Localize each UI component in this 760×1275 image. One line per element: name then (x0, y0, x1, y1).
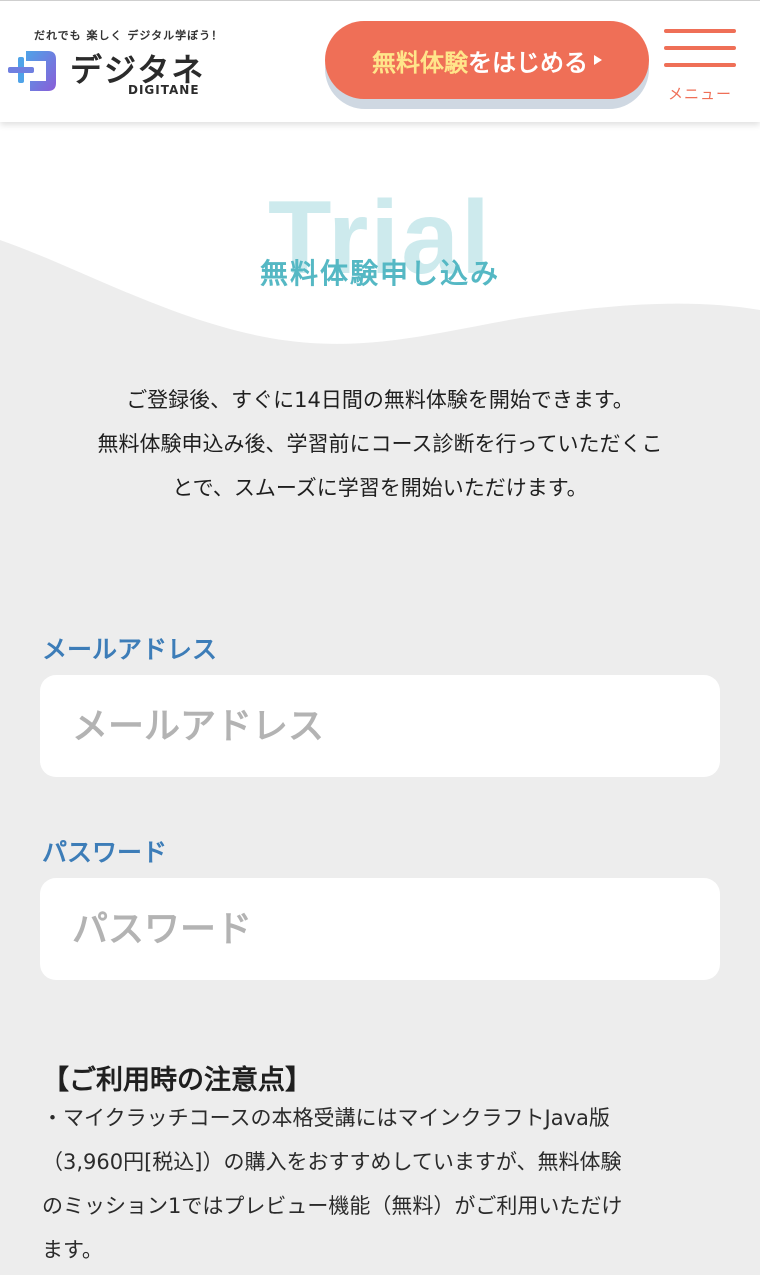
intro-text: ご登録後、すぐに14日間の無料体験を開始できます。 無料体験申込み後、学習前にコ… (40, 378, 720, 510)
notes-line: のミッション1ではプレビュー機能（無料）がご利用いただけ (42, 1194, 623, 1218)
password-label: パスワード (42, 838, 168, 867)
notes-line: （3,960円[税込]）の購入をおすすめしていますが、無料体験 (42, 1150, 622, 1174)
notes-line: ます。 (42, 1238, 103, 1262)
start-free-trial-button[interactable]: 無料体験 をはじめる (325, 21, 649, 99)
play-arrow-icon (594, 55, 602, 65)
menu-label: メニュー (667, 85, 732, 103)
intro-line: ご登録後、すぐに14日間の無料体験を開始できます。 (126, 388, 634, 412)
cta-highlight: 無料体験 (372, 48, 468, 77)
email-label: メールアドレス (42, 635, 218, 664)
intro-line: 無料体験申込み後、学習前にコース診断を行っていただくこ (97, 432, 663, 456)
menu-bar-bottom (664, 63, 736, 67)
notes-body: ・マイクラッチコースの本格受講にはマインクラフトJava版 （3,960円[税込… (42, 1096, 732, 1272)
email-field[interactable] (40, 675, 720, 777)
cta-label: をはじめる (468, 48, 588, 77)
logo-roman: DIGITANE (128, 83, 200, 97)
notes-line: ・マイクラッチコースの本格受講にはマインクラフトJava版 (42, 1106, 610, 1130)
page-title: 無料体験申し込み (259, 257, 500, 290)
intro-line: とで、スムーズに学習を開始いただけます。 (172, 476, 588, 500)
menu-button[interactable]: メニュー (662, 27, 738, 107)
digitane-plus-logo-icon (8, 51, 56, 91)
site-header: だれでも 楽しく デジタル学ぼう！ デジタネ DIGITANE 無料体験 をはじめ… (0, 0, 760, 122)
hamburger-menu-icon (664, 29, 736, 33)
notes-title: 【ご利用時の注意点】 (42, 1065, 312, 1096)
password-field[interactable] (40, 878, 720, 980)
logo[interactable]: だれでも 楽しく デジタル学ぼう！ デジタネ DIGITANE (8, 27, 222, 107)
menu-bar-middle (664, 46, 736, 50)
logo-tagline: だれでも 楽しく デジタル学ぼう！ (34, 29, 224, 42)
